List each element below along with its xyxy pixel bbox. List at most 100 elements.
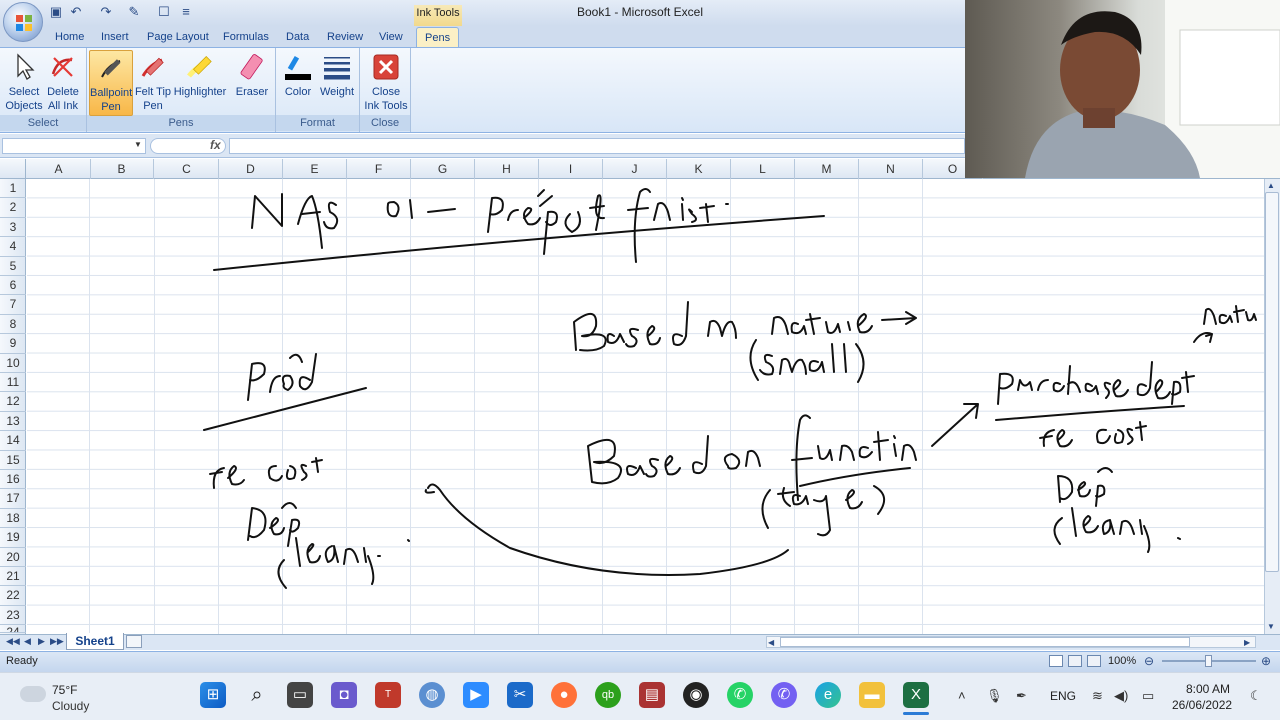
row-header-21[interactable]: 21 bbox=[0, 567, 26, 587]
column-header-m[interactable]: M bbox=[795, 159, 859, 179]
delete-all-ink-button[interactable]: Delete All Ink bbox=[44, 50, 82, 116]
globe-app-icon[interactable]: ◍ bbox=[419, 682, 445, 708]
media-app-icon[interactable]: ◉ bbox=[683, 682, 709, 708]
highlighter-button[interactable]: Highlighter bbox=[172, 50, 228, 116]
language-indicator[interactable]: ENG bbox=[1050, 689, 1076, 703]
row-header-5[interactable]: 5 bbox=[0, 257, 26, 276]
notifications-icon[interactable]: ☾ bbox=[1250, 688, 1262, 704]
name-box-dropdown-icon[interactable]: ▼ bbox=[134, 140, 142, 149]
column-header-e[interactable]: E bbox=[283, 159, 347, 179]
row-header-8[interactable]: 8 bbox=[0, 315, 26, 335]
row-header-22[interactable]: 22 bbox=[0, 586, 26, 606]
column-header-i[interactable]: I bbox=[539, 159, 603, 179]
color-button[interactable]: Color bbox=[280, 50, 316, 116]
eraser-button[interactable]: Eraser bbox=[232, 50, 272, 116]
column-header-g[interactable]: G bbox=[411, 159, 475, 179]
archive-app-icon[interactable]: ▤ bbox=[639, 682, 665, 708]
page-break-view-icon[interactable] bbox=[1087, 655, 1101, 667]
weather-condition[interactable]: Cloudy bbox=[52, 699, 89, 713]
quickbooks-icon[interactable]: qb bbox=[595, 682, 621, 708]
column-header-c[interactable]: C bbox=[155, 159, 219, 179]
column-header-f[interactable]: F bbox=[347, 159, 411, 179]
row-header-4[interactable]: 4 bbox=[0, 237, 26, 257]
file-explorer-icon[interactable]: ▬ bbox=[859, 682, 885, 708]
row-header-24[interactable]: 24 bbox=[0, 625, 26, 634]
clock-date[interactable]: 26/06/2022 bbox=[1172, 698, 1232, 712]
sheet-tab-sheet1[interactable]: Sheet1 bbox=[66, 633, 124, 650]
tab-formulas[interactable]: Formulas bbox=[215, 27, 277, 47]
vertical-scroll-thumb[interactable] bbox=[1265, 192, 1279, 572]
ballpoint-pen-button[interactable]: Ballpoint Pen bbox=[89, 50, 133, 116]
whatsapp-icon[interactable]: ✆ bbox=[727, 682, 753, 708]
page-layout-view-icon[interactable] bbox=[1068, 655, 1082, 667]
close-ink-tools-button[interactable]: Close Ink Tools bbox=[362, 50, 410, 116]
search-icon[interactable]: ⌕ bbox=[244, 682, 270, 708]
insert-sheet-icon[interactable] bbox=[126, 635, 142, 648]
weight-button[interactable]: Weight bbox=[318, 50, 356, 116]
snipping-tool-icon[interactable]: ✂ bbox=[507, 682, 533, 708]
formula-input[interactable] bbox=[229, 138, 965, 154]
zoom-app-icon[interactable]: ▶ bbox=[463, 682, 489, 708]
column-header-k[interactable]: K bbox=[667, 159, 731, 179]
column-header-l[interactable]: L bbox=[731, 159, 795, 179]
select-all-corner[interactable] bbox=[0, 159, 26, 179]
column-header-d[interactable]: D bbox=[219, 159, 283, 179]
row-header-23[interactable]: 23 bbox=[0, 606, 26, 626]
task-view-icon[interactable]: ▭ bbox=[287, 682, 313, 708]
row-header-9[interactable]: 9 bbox=[0, 334, 26, 354]
last-sheet-icon[interactable]: ▶▶ bbox=[50, 636, 64, 647]
next-sheet-icon[interactable]: ▶ bbox=[38, 636, 45, 647]
weather-cloud-icon[interactable] bbox=[20, 686, 46, 702]
volume-icon[interactable]: ◀) bbox=[1114, 688, 1128, 704]
horizontal-scroll-thumb[interactable] bbox=[780, 637, 1190, 647]
windows-start-icon[interactable]: ⊞ bbox=[200, 682, 226, 708]
row-header-2[interactable]: 2 bbox=[0, 198, 26, 218]
excel-taskbar-icon[interactable]: X bbox=[903, 682, 929, 708]
column-header-h[interactable]: H bbox=[475, 159, 539, 179]
row-header-1[interactable]: 1 bbox=[0, 179, 26, 199]
teams-chat-icon[interactable]: ◘ bbox=[331, 682, 357, 708]
tab-data[interactable]: Data bbox=[278, 27, 317, 47]
tab-view[interactable]: View bbox=[371, 27, 411, 47]
column-header-j[interactable]: J bbox=[603, 159, 667, 179]
column-header-n[interactable]: N bbox=[859, 159, 923, 179]
normal-view-icon[interactable] bbox=[1049, 655, 1063, 667]
tally-icon[interactable]: T bbox=[375, 682, 401, 708]
pen-menu-icon[interactable]: ✒ bbox=[1016, 688, 1027, 704]
office-button[interactable] bbox=[3, 2, 43, 42]
row-header-16[interactable]: 16 bbox=[0, 470, 26, 490]
row-header-3[interactable]: 3 bbox=[0, 218, 26, 238]
zoom-in-icon[interactable]: ⊕ bbox=[1261, 654, 1271, 668]
scroll-left-icon[interactable]: ◀ bbox=[768, 638, 774, 647]
row-header-20[interactable]: 20 bbox=[0, 548, 26, 567]
row-header-19[interactable]: 19 bbox=[0, 528, 26, 548]
row-header-11[interactable]: 11 bbox=[0, 373, 26, 393]
prev-sheet-icon[interactable]: ◀ bbox=[24, 636, 31, 647]
tab-review[interactable]: Review bbox=[319, 27, 371, 47]
worksheet-grid[interactable] bbox=[27, 179, 1264, 634]
row-header-14[interactable]: 14 bbox=[0, 431, 26, 451]
edge-icon[interactable]: e bbox=[815, 682, 841, 708]
wifi-icon[interactable]: ≋ bbox=[1092, 688, 1103, 704]
felt-tip-pen-button[interactable]: Felt Tip Pen bbox=[134, 50, 172, 116]
column-header-a[interactable]: A bbox=[27, 159, 91, 179]
zoom-level[interactable]: 100% bbox=[1108, 655, 1136, 667]
row-header-12[interactable]: 12 bbox=[0, 392, 26, 412]
weather-temperature[interactable]: 75°F bbox=[52, 683, 77, 697]
row-header-10[interactable]: 10 bbox=[0, 354, 26, 373]
scroll-down-icon[interactable]: ▼ bbox=[1267, 622, 1275, 631]
zoom-slider-thumb[interactable] bbox=[1205, 655, 1212, 667]
row-header-6[interactable]: 6 bbox=[0, 276, 26, 296]
row-header-15[interactable]: 15 bbox=[0, 451, 26, 470]
microphone-icon[interactable]: 🎙 bbox=[986, 688, 1003, 704]
tab-page-layout[interactable]: Page Layout bbox=[139, 27, 217, 47]
row-header-13[interactable]: 13 bbox=[0, 412, 26, 432]
row-header-7[interactable]: 7 bbox=[0, 295, 26, 315]
tray-overflow-icon[interactable]: ˄ bbox=[958, 688, 966, 703]
first-sheet-icon[interactable]: ◀◀ bbox=[6, 636, 20, 647]
scroll-right-icon[interactable]: ▶ bbox=[1244, 638, 1250, 647]
clock-time[interactable]: 8:00 AM bbox=[1186, 682, 1230, 696]
row-header-18[interactable]: 18 bbox=[0, 509, 26, 529]
tab-pens[interactable]: Pens bbox=[416, 27, 460, 47]
row-header-17[interactable]: 17 bbox=[0, 489, 26, 509]
